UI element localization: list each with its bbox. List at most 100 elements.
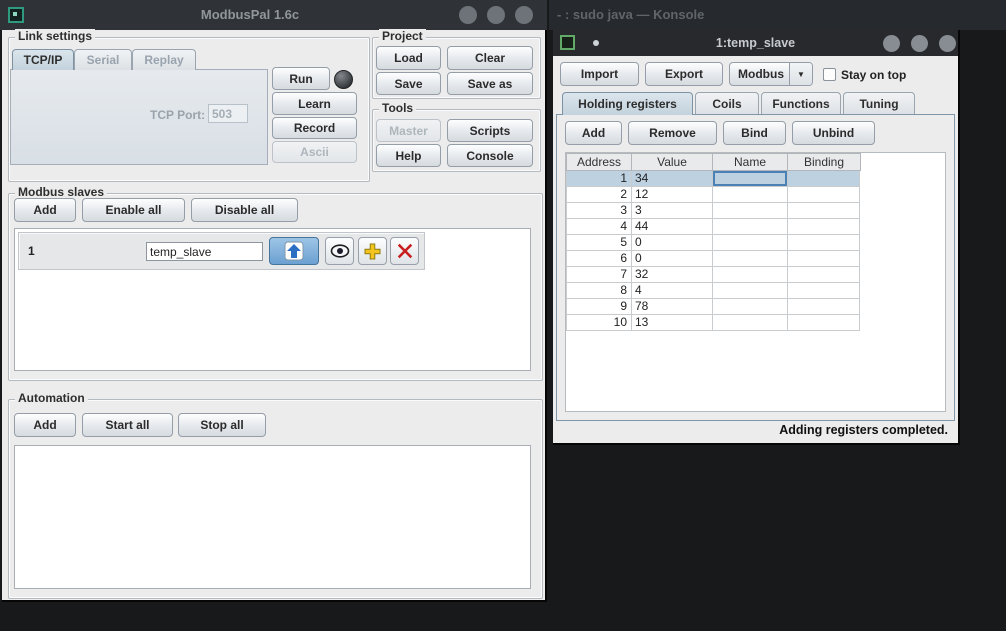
add-automation-button[interactable]: Add (14, 413, 76, 437)
cell-binding[interactable] (788, 187, 860, 203)
cell-address[interactable]: 1 (567, 171, 632, 187)
chevron-down-icon[interactable]: ▼ (789, 63, 812, 85)
modbus-combo[interactable]: Modbus ▼ (729, 62, 813, 86)
console-button[interactable]: Console (447, 144, 533, 167)
cell-address[interactable]: 4 (567, 219, 632, 235)
table-row[interactable]: 8 4 (566, 283, 860, 299)
cell-binding[interactable] (788, 219, 860, 235)
cell-address[interactable]: 6 (567, 251, 632, 267)
cell-name[interactable] (713, 171, 788, 187)
automation-panel (14, 445, 531, 589)
cell-binding[interactable] (788, 235, 860, 251)
tab-holding-registers[interactable]: Holding registers (562, 92, 693, 115)
table-row[interactable]: 1 34 (566, 171, 860, 187)
add-register-button[interactable]: Add (565, 121, 622, 145)
table-row[interactable]: 2 12 (566, 187, 860, 203)
cell-binding[interactable] (788, 267, 860, 283)
import-button[interactable]: Import (560, 62, 639, 86)
cell-address[interactable]: 7 (567, 267, 632, 283)
table-row[interactable]: 6 0 (566, 251, 860, 267)
table-row[interactable]: 10 13 (566, 315, 860, 331)
export-button[interactable]: Export (645, 62, 723, 86)
cell-name[interactable] (713, 187, 788, 203)
cell-value[interactable]: 13 (632, 315, 713, 331)
cell-address[interactable]: 2 (567, 187, 632, 203)
tab-serial[interactable]: Serial (74, 49, 132, 70)
save-button[interactable]: Save (376, 72, 441, 95)
cell-address[interactable]: 5 (567, 235, 632, 251)
stay-on-top-checkbox[interactable] (823, 68, 836, 81)
table-row[interactable]: 7 32 (566, 267, 860, 283)
bind-button[interactable]: Bind (723, 121, 786, 145)
column-header-name[interactable]: Name (713, 154, 788, 170)
help-button[interactable]: Help (376, 144, 441, 167)
remove-register-button[interactable]: Remove (628, 121, 717, 145)
cell-name[interactable] (713, 315, 788, 331)
slave-row: 1 (18, 232, 425, 270)
cell-binding[interactable] (788, 203, 860, 219)
x-icon (397, 243, 413, 259)
clear-button[interactable]: Clear (447, 46, 533, 70)
cell-value[interactable]: 34 (632, 171, 713, 187)
cell-address[interactable]: 10 (567, 315, 632, 331)
cell-address[interactable]: 3 (567, 203, 632, 219)
column-header-address[interactable]: Address (567, 154, 632, 170)
stop-all-button[interactable]: Stop all (178, 413, 266, 437)
cell-name[interactable] (713, 283, 788, 299)
record-button[interactable]: Record (272, 117, 357, 139)
column-header-binding[interactable]: Binding (788, 154, 860, 170)
run-button[interactable]: Run (272, 67, 330, 90)
window-button[interactable] (883, 35, 900, 52)
tab-functions[interactable]: Functions (761, 92, 841, 114)
cell-binding[interactable] (788, 315, 860, 331)
cell-name[interactable] (713, 219, 788, 235)
cell-binding[interactable] (788, 283, 860, 299)
table-row[interactable]: 3 3 (566, 203, 860, 219)
enable-all-button[interactable]: Enable all (82, 198, 185, 222)
cell-address[interactable]: 8 (567, 283, 632, 299)
window-button[interactable] (515, 6, 533, 24)
unbind-button[interactable]: Unbind (792, 121, 875, 145)
cell-value[interactable]: 3 (632, 203, 713, 219)
slave-plus-button[interactable] (358, 237, 387, 265)
save-as-button[interactable]: Save as (447, 72, 533, 95)
window-button[interactable] (939, 35, 956, 52)
cell-address[interactable]: 9 (567, 299, 632, 315)
table-row[interactable]: 5 0 (566, 235, 860, 251)
load-button[interactable]: Load (376, 46, 441, 70)
cell-value[interactable]: 0 (632, 251, 713, 267)
cell-binding[interactable] (788, 299, 860, 315)
slave-enable-toggle[interactable] (269, 237, 319, 265)
start-all-button[interactable]: Start all (82, 413, 173, 437)
cell-value[interactable]: 4 (632, 283, 713, 299)
tab-tuning[interactable]: Tuning (843, 92, 915, 114)
cell-value[interactable]: 78 (632, 299, 713, 315)
cell-name[interactable] (713, 267, 788, 283)
learn-button[interactable]: Learn (272, 92, 357, 115)
window-button[interactable] (487, 6, 505, 24)
tab-replay[interactable]: Replay (132, 49, 196, 70)
scripts-button[interactable]: Scripts (447, 119, 533, 142)
slave-delete-button[interactable] (390, 237, 419, 265)
slave-eye-button[interactable] (325, 237, 354, 265)
column-header-value[interactable]: Value (632, 154, 713, 170)
disable-all-button[interactable]: Disable all (191, 198, 298, 222)
cell-name[interactable] (713, 235, 788, 251)
cell-value[interactable]: 32 (632, 267, 713, 283)
window-button[interactable] (911, 35, 928, 52)
cell-name[interactable] (713, 299, 788, 315)
tab-coils[interactable]: Coils (695, 92, 759, 114)
cell-value[interactable]: 44 (632, 219, 713, 235)
table-row[interactable]: 4 44 (566, 219, 860, 235)
cell-value[interactable]: 0 (632, 235, 713, 251)
table-row[interactable]: 9 78 (566, 299, 860, 315)
cell-binding[interactable] (788, 251, 860, 267)
slave-name-input[interactable] (146, 242, 263, 261)
cell-name[interactable] (713, 203, 788, 219)
add-slave-button[interactable]: Add (14, 198, 76, 222)
cell-name[interactable] (713, 251, 788, 267)
cell-binding[interactable] (788, 171, 860, 187)
tab-tcpip[interactable]: TCP/IP (12, 49, 74, 70)
window-button[interactable] (459, 6, 477, 24)
cell-value[interactable]: 12 (632, 187, 713, 203)
